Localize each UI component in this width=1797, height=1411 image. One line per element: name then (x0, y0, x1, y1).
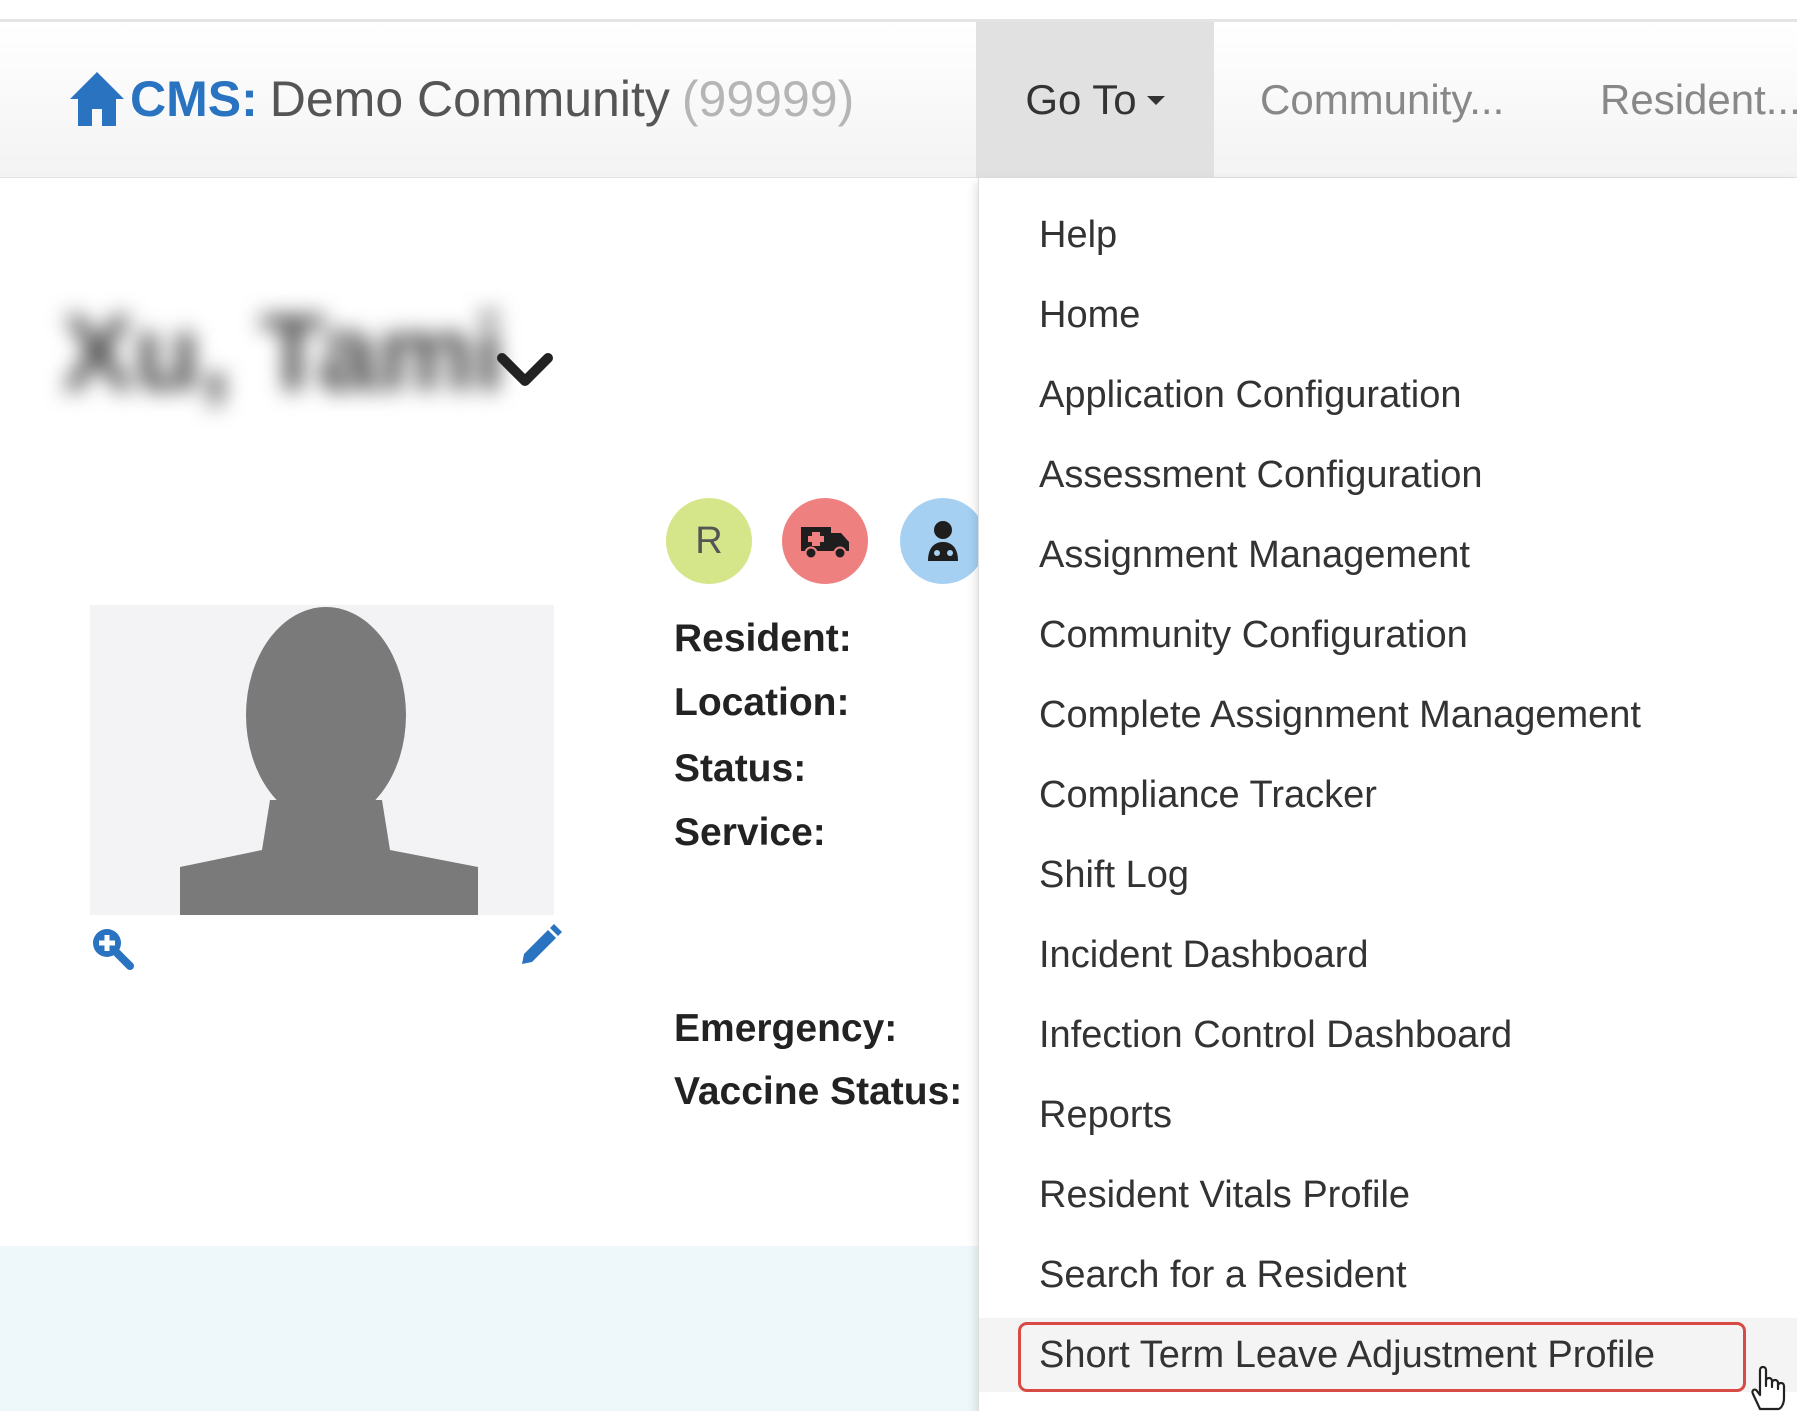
info-banner-area (0, 1246, 1000, 1411)
menu-item-incident-dashboard[interactable]: Incident Dashboard (979, 918, 1797, 992)
menu-item-compliance-tracker[interactable]: Compliance Tracker (979, 758, 1797, 832)
community-code: (99999) (681, 71, 855, 127)
resident-menu-button[interactable]: Resident... (1600, 22, 1797, 178)
caret-down-icon (1146, 95, 1165, 105)
emergency-label: Emergency: (674, 1007, 898, 1050)
ambulance-icon (801, 527, 849, 560)
menu-item-community-configuration[interactable]: Community Configuration (979, 598, 1797, 672)
goto-menu-button[interactable]: Go To (976, 22, 1214, 178)
resident-photo (90, 605, 554, 915)
community-menu-button[interactable]: Community... (1260, 22, 1504, 178)
menu-item-short-term-leave-adjustment-profile[interactable]: Short Term Leave Adjustment Profile (979, 1318, 1797, 1392)
goto-label: Go To (1025, 76, 1137, 123)
transport-badge[interactable] (782, 498, 868, 584)
community-name: Demo Community (269, 71, 670, 127)
menu-item-application-configuration[interactable]: Application Configuration (979, 358, 1797, 432)
home-icon (70, 72, 124, 126)
menu-item-search-for-a-resident[interactable]: Search for a Resident (979, 1238, 1797, 1312)
menu-item-reports[interactable]: Reports (979, 1078, 1797, 1152)
vaccine-status-label: Vaccine Status: (674, 1070, 963, 1113)
goto-dropdown-menu: Help Home Application Configuration Asse… (978, 178, 1797, 1411)
top-navbar: CMS: Demo Community (99999) Go To Commun… (0, 22, 1797, 178)
status-label: Status: (674, 747, 807, 790)
chevron-down-icon[interactable] (496, 350, 554, 390)
menu-item-assignment-management[interactable]: Assignment Management (979, 518, 1797, 592)
badge-r-label: R (695, 519, 723, 562)
resident-label: Resident: (674, 617, 852, 660)
brand-prefix: CMS: (130, 71, 258, 127)
resident-name: Xu, Tami (62, 292, 505, 413)
menu-item-resident-vitals-profile[interactable]: Resident Vitals Profile (979, 1158, 1797, 1232)
menu-item-shift-log[interactable]: Shift Log (979, 838, 1797, 912)
resident-type-badge[interactable]: R (666, 498, 752, 584)
service-label: Service: (674, 811, 826, 854)
menu-item-complete-assignment-management[interactable]: Complete Assignment Management (979, 678, 1797, 752)
avatar-placeholder-icon (180, 607, 478, 915)
menu-item-assessment-configuration[interactable]: Assessment Configuration (979, 438, 1797, 512)
browser-top-strip (0, 0, 1797, 22)
physician-badge[interactable] (900, 498, 986, 584)
menu-item-home[interactable]: Home (979, 278, 1797, 352)
menu-item-infection-control-dashboard[interactable]: Infection Control Dashboard (979, 998, 1797, 1072)
zoom-in-icon[interactable] (88, 924, 134, 970)
hand-cursor-icon (1751, 1365, 1786, 1411)
pencil-icon[interactable] (516, 920, 564, 968)
doctor-icon (928, 521, 958, 561)
brand-link[interactable]: CMS: Demo Community (99999) (68, 64, 854, 134)
location-label: Location: (674, 681, 850, 724)
menu-item-help[interactable]: Help (979, 198, 1797, 272)
